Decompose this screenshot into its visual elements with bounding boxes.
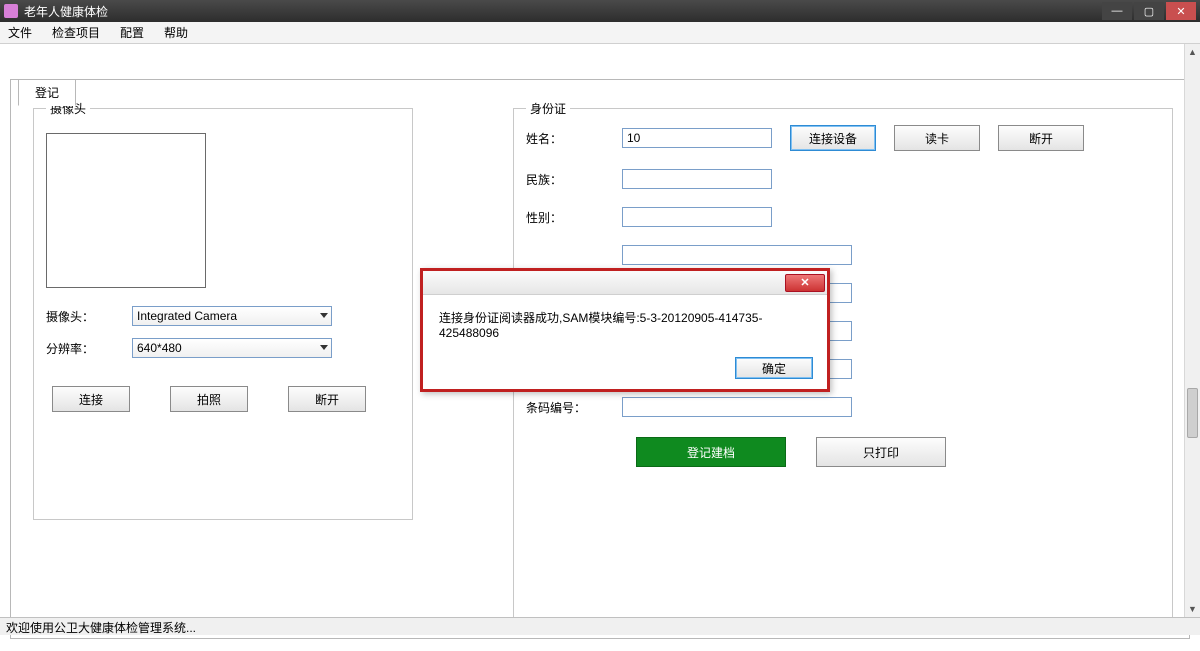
gender-field[interactable] bbox=[622, 207, 772, 227]
app-icon bbox=[4, 4, 18, 18]
window-title: 老年人健康体检 bbox=[24, 3, 108, 20]
ethnicity-label: 民族： bbox=[526, 171, 622, 188]
menu-exam-items[interactable]: 检查项目 bbox=[52, 24, 100, 41]
menu-config[interactable]: 配置 bbox=[120, 24, 144, 41]
window-maximize-button[interactable]: ▢ bbox=[1134, 2, 1164, 20]
dialog-titlebar: ✕ bbox=[423, 271, 827, 295]
vertical-scrollbar[interactable]: ▲ ▼ bbox=[1184, 44, 1200, 617]
menubar: 文件 检查项目 配置 帮助 bbox=[0, 22, 1200, 44]
connect-device-button[interactable]: 连接设备 bbox=[790, 125, 876, 151]
hidden-field-1[interactable] bbox=[622, 245, 852, 265]
scroll-up-icon[interactable]: ▲ bbox=[1185, 44, 1200, 60]
barcode-label: 条码编号： bbox=[526, 399, 622, 416]
name-field[interactable] bbox=[622, 128, 772, 148]
tab-register[interactable]: 登记 bbox=[18, 79, 76, 106]
read-card-button[interactable]: 读卡 bbox=[894, 125, 980, 151]
camera-select[interactable] bbox=[132, 306, 332, 326]
dialog-close-button[interactable]: ✕ bbox=[785, 274, 825, 292]
resolution-select[interactable] bbox=[132, 338, 332, 358]
status-bar: 欢迎使用公卫大健康体检管理系统... bbox=[0, 617, 1200, 635]
menu-file[interactable]: 文件 bbox=[8, 24, 32, 41]
scroll-down-icon[interactable]: ▼ bbox=[1185, 601, 1200, 617]
ethnicity-field[interactable] bbox=[622, 169, 772, 189]
window-minimize-button[interactable]: — bbox=[1102, 2, 1132, 20]
camera-preview bbox=[46, 133, 206, 288]
idcard-disconnect-button[interactable]: 断开 bbox=[998, 125, 1084, 151]
camera-capture-button[interactable]: 拍照 bbox=[170, 386, 248, 412]
gender-label: 性别： bbox=[526, 209, 622, 226]
camera-disconnect-button[interactable]: 断开 bbox=[288, 386, 366, 412]
group-camera: 摄像头 摄像头： 分辨率： 连接 拍照 断开 bbox=[33, 100, 413, 520]
resolution-select-label: 分辨率： bbox=[46, 340, 132, 357]
hidden-label-1 bbox=[526, 248, 622, 262]
camera-select-label: 摄像头： bbox=[46, 308, 132, 325]
menu-help[interactable]: 帮助 bbox=[164, 24, 188, 41]
print-only-button[interactable]: 只打印 bbox=[816, 437, 946, 467]
window-close-button[interactable]: ✕ bbox=[1166, 2, 1196, 20]
scroll-thumb[interactable] bbox=[1187, 388, 1198, 438]
name-label: 姓名： bbox=[526, 130, 622, 147]
camera-connect-button[interactable]: 连接 bbox=[52, 386, 130, 412]
dialog-message: 连接身份证阅读器成功,SAM模块编号:5-3-20120905-414735-4… bbox=[423, 295, 827, 340]
dialog-ok-button[interactable]: 确定 bbox=[735, 357, 813, 379]
register-archive-button[interactable]: 登记建档 bbox=[636, 437, 786, 467]
group-idcard-legend: 身份证 bbox=[526, 100, 570, 117]
message-dialog: ✕ 连接身份证阅读器成功,SAM模块编号:5-3-20120905-414735… bbox=[420, 268, 830, 392]
window-titlebar: 老年人健康体检 — ▢ ✕ bbox=[0, 0, 1200, 22]
barcode-field[interactable] bbox=[622, 397, 852, 417]
